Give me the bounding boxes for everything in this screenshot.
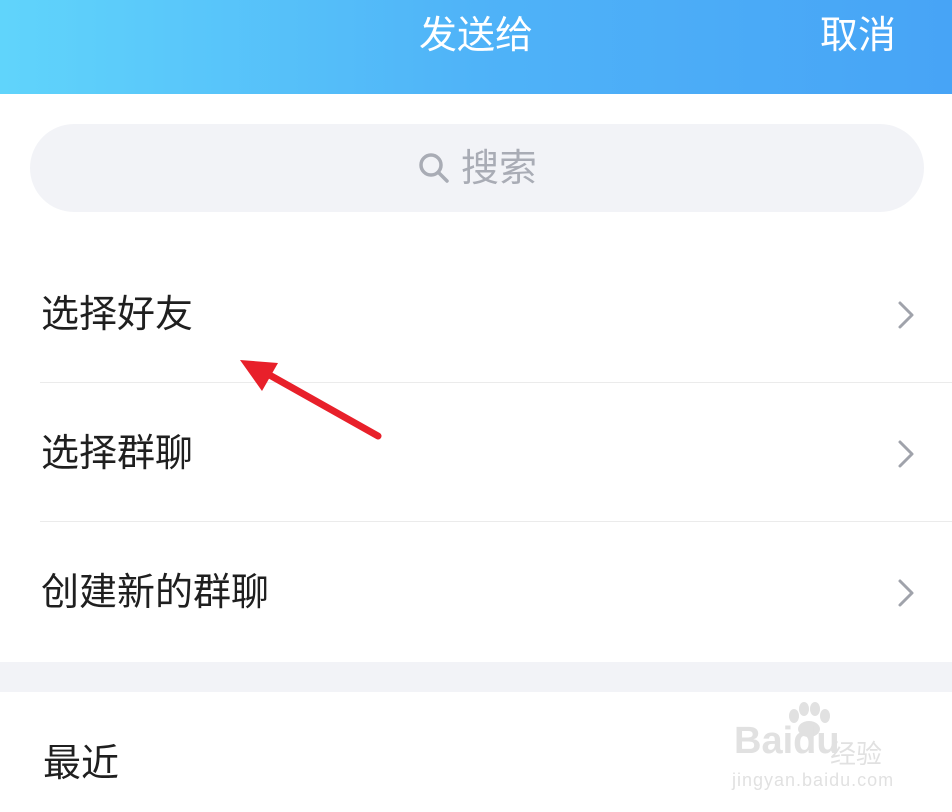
- menu-item-label: 选择好友: [41, 292, 194, 336]
- top-header: 发送给 取消: [0, 0, 952, 94]
- menu-item-select-group[interactable]: 选择群聊: [0, 383, 952, 523]
- search-bar[interactable]: 搜索: [30, 124, 924, 212]
- chevron-right-icon: [898, 440, 914, 468]
- search-placeholder: 搜索: [460, 146, 537, 190]
- menu-item-create-group[interactable]: 创建新的群聊: [0, 522, 952, 662]
- recent-label: 最近: [43, 741, 120, 785]
- chevron-right-icon: [898, 579, 914, 607]
- page-title: 发送给: [418, 13, 533, 57]
- section-gap: [0, 662, 952, 692]
- search-icon: [419, 153, 449, 183]
- menu-item-select-friend[interactable]: 选择好友: [0, 244, 952, 384]
- cancel-button[interactable]: 取消: [820, 0, 896, 70]
- recent-section-header: 最近: [0, 692, 952, 812]
- chevron-right-icon: [898, 301, 914, 329]
- menu-item-label: 选择群聊: [41, 431, 194, 475]
- search-section: 搜索: [0, 94, 952, 244]
- menu-item-label: 创建新的群聊: [41, 570, 270, 614]
